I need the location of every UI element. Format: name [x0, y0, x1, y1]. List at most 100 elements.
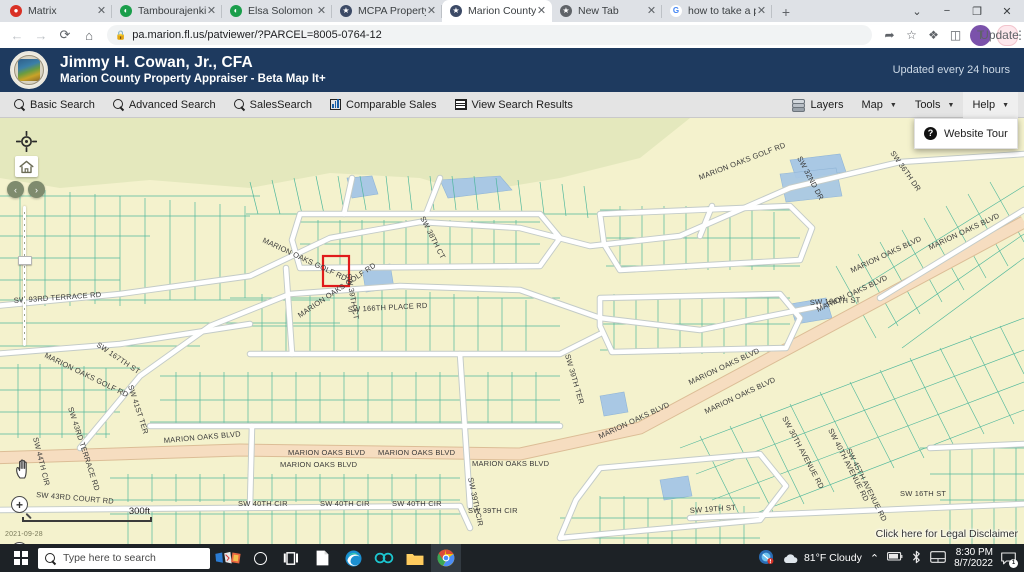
- close-window-button[interactable]: ✕: [992, 0, 1022, 22]
- skype-icon: [374, 552, 394, 564]
- bar-chart-icon: [330, 99, 342, 110]
- minimize-button[interactable]: −: [932, 0, 962, 22]
- browser-tab[interactable]: ★ New Tab ✕: [552, 0, 662, 22]
- taskbar-app-chrome[interactable]: [431, 544, 461, 572]
- toolbar-item-map[interactable]: Map ▼: [852, 92, 905, 118]
- share-icon[interactable]: ➦: [879, 25, 900, 46]
- tab-title: Elsa Solomon: [248, 5, 313, 17]
- toolbar-item-comparable-sales[interactable]: Comparable Sales: [330, 99, 437, 111]
- pan-tool-button[interactable]: [14, 458, 34, 480]
- tab-title: New Tab: [578, 5, 619, 17]
- taskbar-app-skype[interactable]: [369, 544, 399, 572]
- browser-tab[interactable]: ◐ Elsa Solomon ✕: [222, 0, 332, 22]
- clock-date: 8/7/2022: [954, 558, 993, 569]
- tab-close-icon[interactable]: ✕: [646, 5, 657, 17]
- back-icon[interactable]: ←: [6, 24, 28, 46]
- tab-title: Tambourajenkins - ap: [138, 5, 206, 17]
- previous-extent-button[interactable]: ‹: [7, 181, 24, 198]
- browser-tab[interactable]: ◐ Tambourajenkins - ap ✕: [112, 0, 222, 22]
- help-dropdown-menu: ? Website Tour: [914, 118, 1018, 149]
- chevron-down-icon: ▼: [947, 101, 955, 109]
- map-street-label: MARION OAKS BLVD: [288, 448, 366, 457]
- tab-favicon-globe: ◐: [120, 5, 132, 17]
- taskbar-app-group[interactable]: [214, 544, 244, 572]
- toolbar-item-sales-search[interactable]: SalesSearch: [233, 99, 312, 111]
- browser-tab[interactable]: ● Matrix ✕: [2, 0, 112, 22]
- notification-center-button[interactable]: 1: [1001, 551, 1018, 568]
- tab-close-icon[interactable]: ✕: [96, 5, 107, 17]
- browser-tab-active[interactable]: ★ Marion County Prope ✕: [442, 0, 552, 22]
- locate-me-button[interactable]: [15, 130, 38, 153]
- tab-close-icon[interactable]: ✕: [756, 5, 767, 17]
- cloud-icon: [784, 553, 798, 563]
- toolbar-item-help[interactable]: Help ▼: [963, 92, 1018, 118]
- tab-close-icon[interactable]: ✕: [536, 5, 547, 17]
- update-menu-icon[interactable]: ⋮: [1014, 25, 1024, 46]
- legal-disclaimer-link[interactable]: Click here for Legal Disclaimer: [876, 528, 1018, 540]
- home-extent-button[interactable]: [15, 156, 38, 177]
- tab-close-icon[interactable]: ✕: [426, 5, 437, 17]
- tab-close-icon[interactable]: ✕: [206, 5, 217, 17]
- map-street-label: SW 16TH ST: [900, 489, 946, 498]
- document-icon: [316, 550, 328, 566]
- updated-note: Updated every 24 hours: [892, 64, 1010, 76]
- toolbar-label: Advanced Search: [128, 98, 216, 111]
- browser-tab[interactable]: ★ MCPA Property Recor ✕: [332, 0, 442, 22]
- touchpad-icon[interactable]: [930, 550, 946, 566]
- extensions-puzzle-icon[interactable]: ❖: [923, 25, 944, 46]
- toolbar-item-layers[interactable]: Layers: [783, 92, 852, 118]
- sidepanel-icon[interactable]: ◫: [945, 25, 966, 46]
- taskbar-app-edge[interactable]: [338, 544, 368, 572]
- toolbar-item-advanced-search[interactable]: Advanced Search: [112, 98, 216, 111]
- zoom-slider-thumb[interactable]: [18, 256, 32, 265]
- address-bar[interactable]: 🔒 pa.marion.fl.us/patviewer/?PARCEL=8005…: [107, 25, 872, 45]
- parcel-map-canvas[interactable]: MARION OAKS GOLF RDMARION OAKS GOLF RDMA…: [0, 118, 1024, 544]
- show-hidden-icons-chevron[interactable]: ⌃: [870, 552, 879, 565]
- forward-icon[interactable]: →: [30, 24, 52, 46]
- pan-hand-icon: [16, 459, 27, 479]
- search-icon: [45, 552, 56, 564]
- bookmark-star-icon[interactable]: ☆: [901, 25, 922, 46]
- browser-tab[interactable]: G how to take a pictur ✕: [662, 0, 772, 22]
- taskbar-app-task-view[interactable]: [276, 544, 306, 572]
- zoom-out-button[interactable]: −: [11, 542, 32, 544]
- zoom-in-button[interactable]: +: [11, 496, 32, 520]
- new-tab-button[interactable]: +: [775, 2, 797, 22]
- tab-close-icon[interactable]: ✕: [316, 5, 327, 17]
- maximize-button[interactable]: ❐: [962, 0, 992, 22]
- start-button[interactable]: [4, 544, 38, 572]
- zoom-slider[interactable]: [18, 206, 32, 346]
- chevron-down-icon: ▼: [1002, 101, 1009, 109]
- home-icon[interactable]: ⌂: [78, 24, 100, 46]
- toolbar-item-view-search-results[interactable]: View Search Results: [454, 99, 573, 111]
- map-street-label: SW 40TH CIR: [392, 499, 442, 508]
- seal-ring: [14, 55, 44, 85]
- toolbar-item-tools[interactable]: Tools ▼: [906, 92, 964, 118]
- toolbar-right-group: Layers Map ▼ Tools ▼ Help ▼: [783, 92, 1018, 118]
- tab-favicon-seal: ★: [450, 5, 462, 17]
- taskbar-search-input[interactable]: Type here to search: [38, 547, 210, 569]
- windows-taskbar: Type here to search 81°F Cloudy ⌃ 8:30 P…: [0, 544, 1024, 572]
- tab-search-chevron-icon[interactable]: ⌄: [902, 0, 932, 22]
- update-button[interactable]: Update ⋮: [980, 24, 1024, 46]
- map-viewport[interactable]: MARION OAKS GOLF RD MARION OAKS GOLF RD MA…: [0, 118, 1024, 544]
- app-toolbar: Basic Search Advanced Search SalesSearch…: [0, 92, 1024, 149]
- search-icon: [233, 99, 245, 110]
- taskbar-app-cortana[interactable]: [245, 544, 275, 572]
- toolbar-label: Basic Search: [30, 98, 95, 111]
- map-street-label: MARION OAKS BLVD: [472, 459, 550, 468]
- taskbar-clock[interactable]: 8:30 PM 8/7/2022: [954, 547, 993, 569]
- taskbar-app-document[interactable]: [307, 544, 337, 572]
- zoom-out-icon: −: [11, 542, 28, 544]
- reload-icon[interactable]: ⟳: [54, 24, 76, 46]
- search-placeholder: Type here to search: [63, 552, 156, 564]
- taskbar-app-file-explorer[interactable]: [400, 544, 430, 572]
- menu-item-website-tour[interactable]: ? Website Tour: [915, 119, 1017, 148]
- weather-widget[interactable]: 81°F Cloudy: [782, 552, 862, 564]
- next-extent-button[interactable]: ›: [28, 181, 45, 198]
- toolbar-item-basic-search[interactable]: Basic Search: [14, 99, 95, 111]
- bluetooth-icon[interactable]: [911, 550, 922, 567]
- security-shield-icon[interactable]: [758, 549, 774, 568]
- battery-icon[interactable]: [887, 552, 903, 564]
- tab-title: how to take a pictur: [688, 5, 756, 17]
